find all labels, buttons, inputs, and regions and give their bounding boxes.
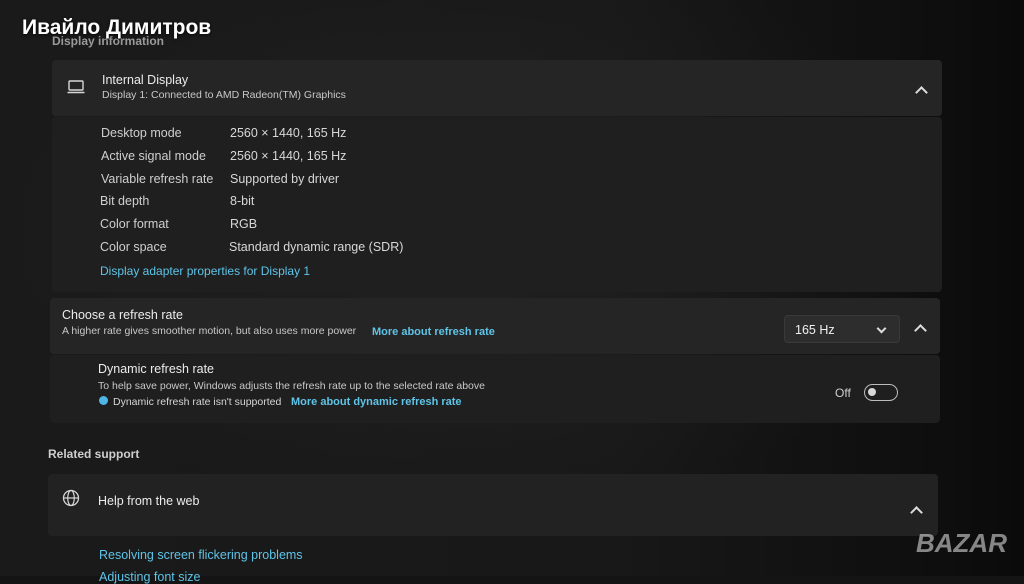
refresh-rate-selected-value: 165 Hz (795, 323, 835, 337)
chevron-up-icon[interactable] (910, 506, 923, 519)
detail-label: Color space (100, 240, 167, 254)
help-from-web-title: Help from the web (98, 494, 200, 508)
info-icon (99, 396, 108, 405)
help-from-web-card[interactable]: Help from the web (48, 474, 938, 536)
related-link[interactable]: Resolving screen flickering problems (99, 548, 303, 562)
detail-value: Standard dynamic range (SDR) (229, 240, 404, 254)
bazar-logo: BAZAR (916, 528, 1007, 558)
detail-value: 8-bit (230, 194, 255, 208)
detail-label: Color format (100, 217, 169, 231)
dynamic-refresh-card: Dynamic refresh rate To help save power,… (50, 355, 940, 423)
chevron-down-icon (876, 323, 887, 334)
detail-value: 2560 × 1440, 165 Hz (230, 149, 347, 163)
globe-icon (62, 489, 80, 512)
detail-label: Desktop mode (101, 126, 182, 140)
photographer-name: Ивайло Димитров (22, 16, 212, 39)
dynamic-refresh-toggle[interactable] (864, 384, 898, 401)
chevron-up-icon[interactable] (914, 324, 927, 337)
refresh-rate-title: Choose a refresh rate (62, 308, 183, 322)
display-subtitle: Display 1: Connected to AMD Radeon(TM) G… (102, 89, 346, 101)
detail-value: 2560 × 1440, 165 Hz (230, 126, 347, 140)
detail-value: RGB (230, 217, 258, 231)
display-title: Internal Display (102, 73, 189, 87)
dynamic-refresh-subtitle: To help save power, Windows adjusts the … (98, 380, 485, 392)
detail-label: Active signal mode (101, 149, 206, 163)
display-details-card: Desktop mode 2560 × 1440, 165 Hz Active … (52, 117, 942, 292)
chevron-up-icon[interactable] (915, 86, 928, 99)
toggle-knob (868, 388, 876, 396)
dynamic-refresh-title: Dynamic refresh rate (98, 362, 215, 376)
detail-label: Variable refresh rate (101, 172, 214, 186)
related-link[interactable]: Adjusting font size (99, 570, 200, 584)
laptop-icon (67, 80, 85, 99)
dynamic-refresh-notice: Dynamic refresh rate isn't supported (113, 396, 282, 408)
display-adapter-properties-link[interactable]: Display adapter properties for Display 1 (100, 264, 310, 278)
more-about-dynamic-refresh-link[interactable]: More about dynamic refresh rate (291, 396, 462, 408)
toggle-state-label: Off (835, 386, 851, 400)
detail-value: Supported by driver (230, 172, 340, 186)
detail-label: Bit depth (100, 194, 150, 208)
more-about-refresh-rate-link[interactable]: More about refresh rate (372, 326, 495, 338)
refresh-rate-dropdown[interactable]: 165 Hz (784, 315, 900, 343)
refresh-rate-subtitle: A higher rate gives smoother motion, but… (62, 325, 357, 337)
display-header-card[interactable]: Internal Display Display 1: Connected to… (52, 60, 942, 116)
section-title-related-support: Related support (48, 447, 140, 461)
